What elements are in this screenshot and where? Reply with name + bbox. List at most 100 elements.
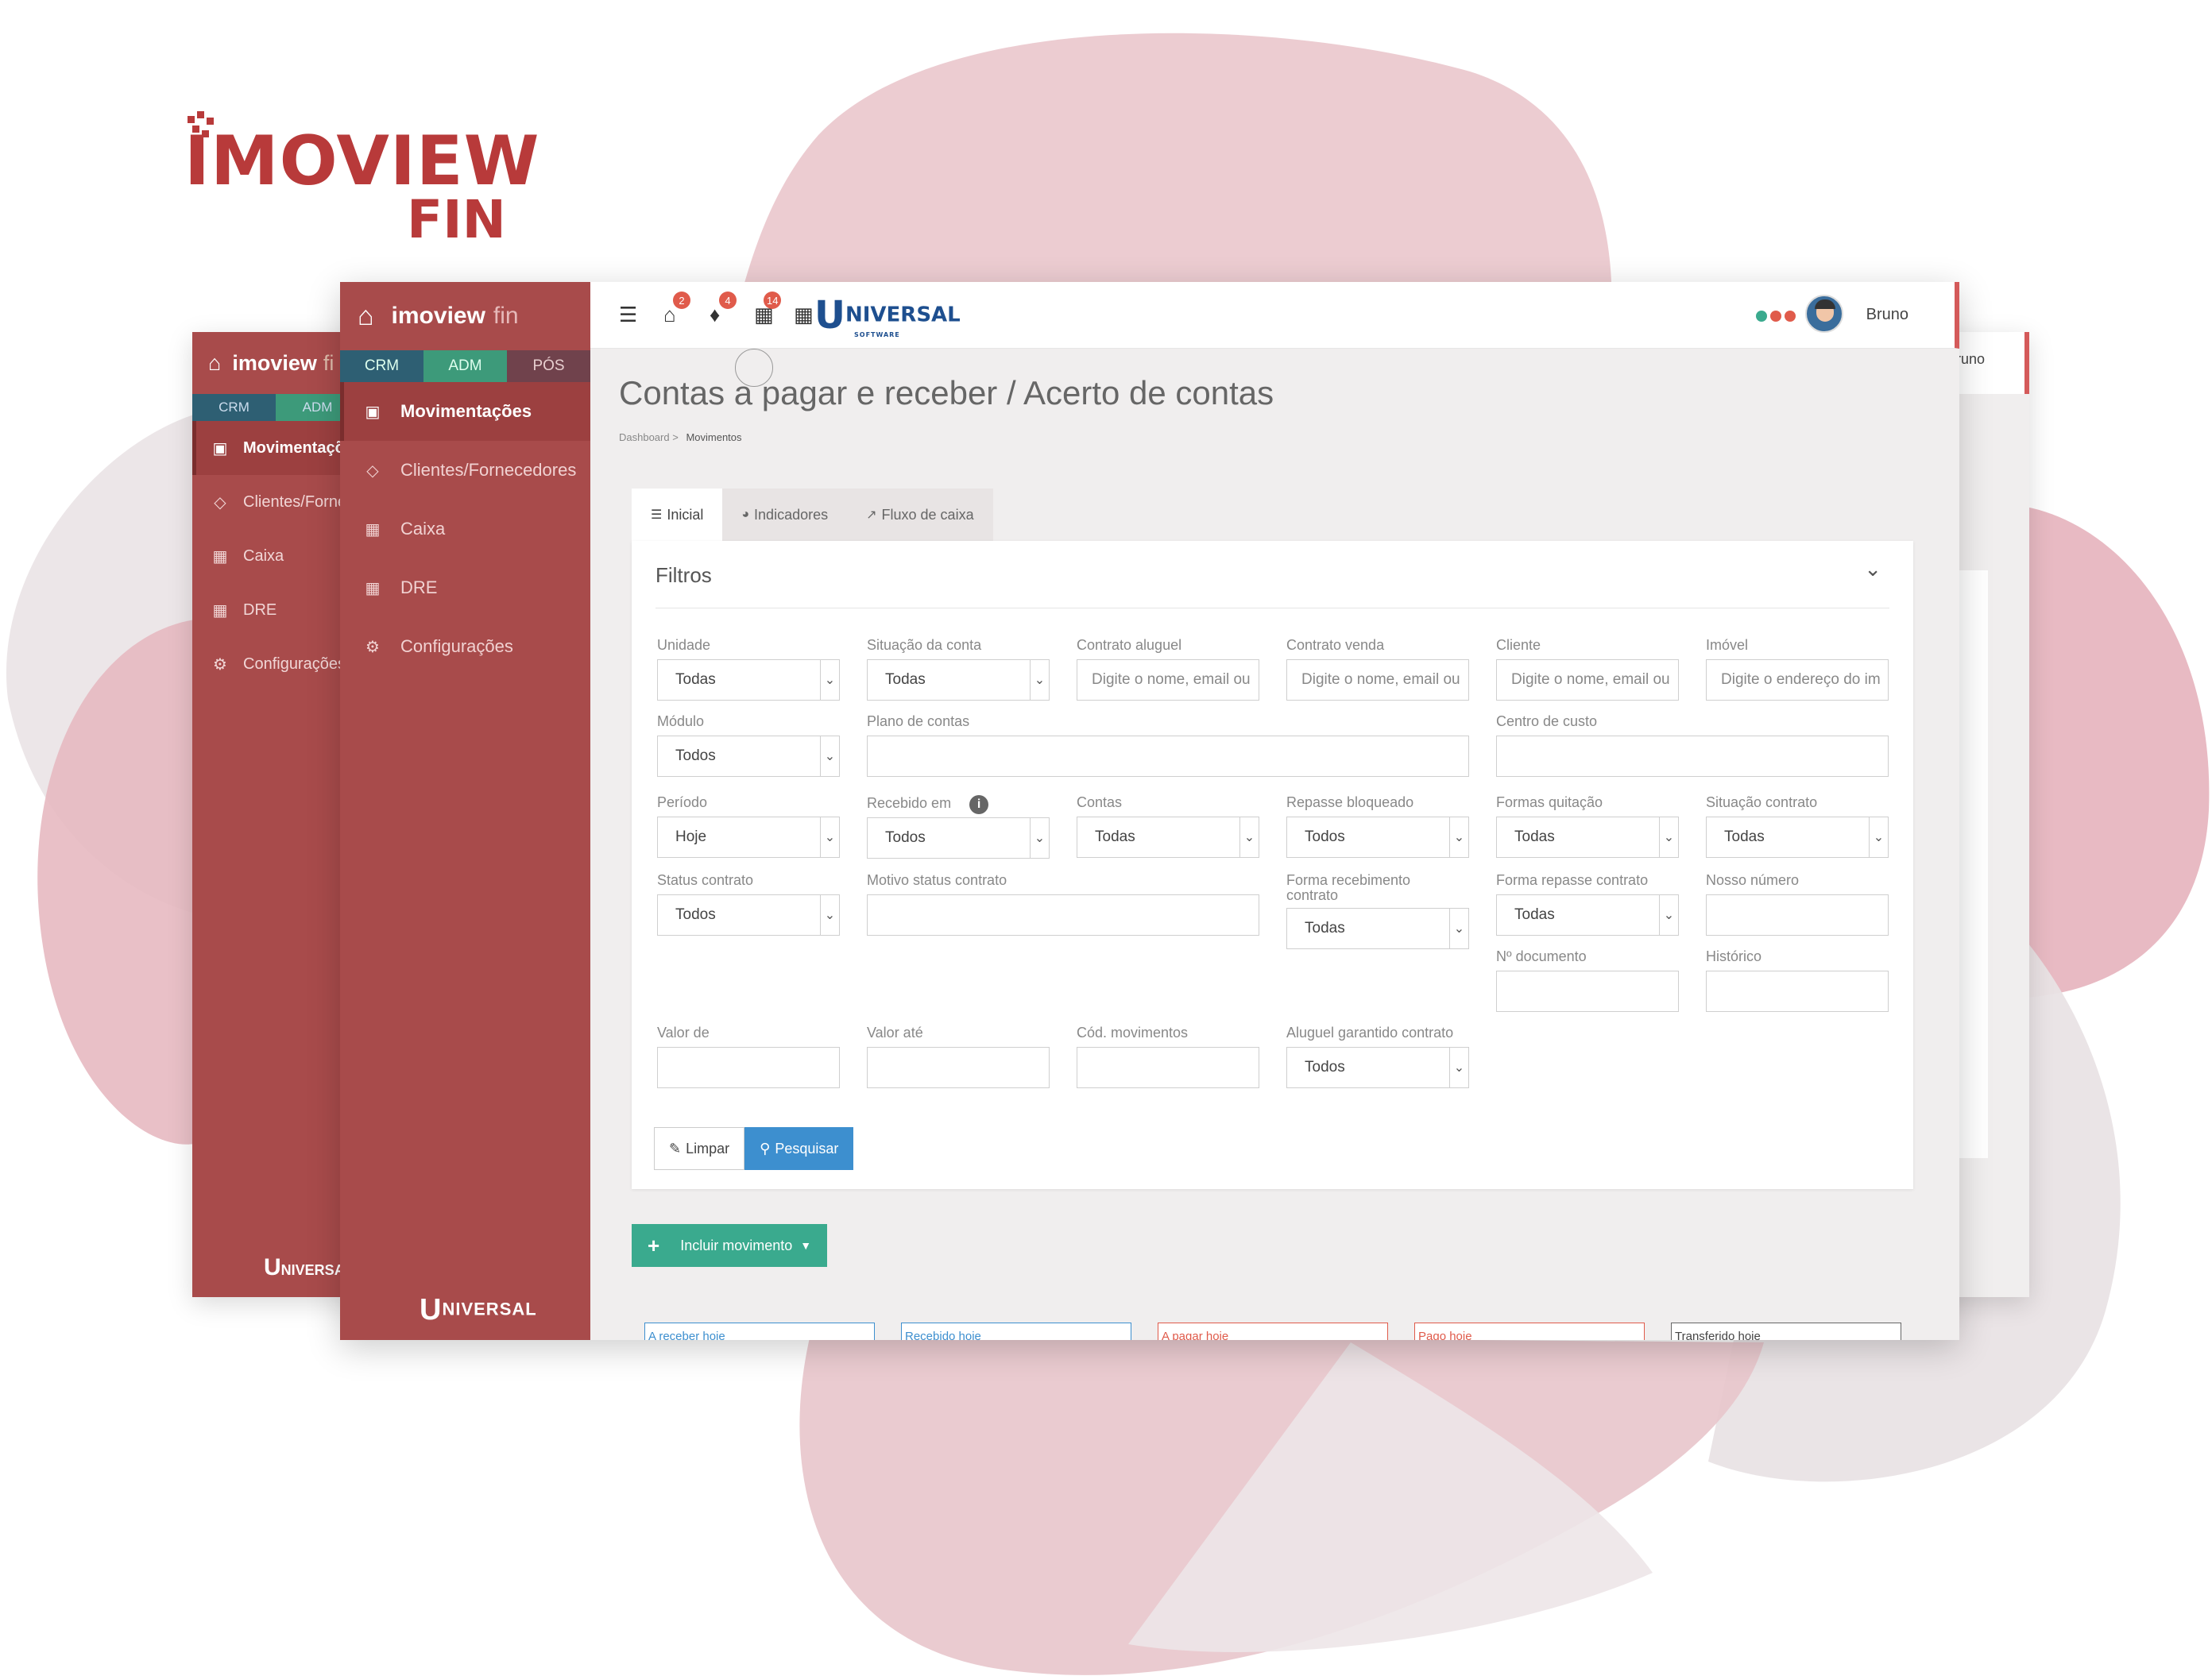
back-menu-caixa[interactable]: ▦ Caixa	[192, 529, 359, 583]
sidebar-item-configuracoes[interactable]: ⚙ Configurações	[340, 617, 590, 676]
formas-quitacao-select[interactable]: Todas ⌄	[1496, 816, 1679, 858]
field-imovel: Imóvel Digite o endereço do im	[1706, 638, 1889, 701]
forma-recebimento-select[interactable]: Todas ⌄	[1286, 907, 1469, 949]
card-pago[interactable]: Pago hoje	[1414, 1323, 1645, 1340]
status-dots	[1756, 311, 1796, 322]
menu-toggle-icon[interactable]: ☰	[619, 303, 637, 327]
page-title: Contas a pagar e receber / Acerto de con…	[619, 374, 1274, 411]
repasse-bloqueado-select[interactable]: Todos ⌄	[1286, 816, 1469, 858]
field-aluguel-garantido: Aluguel garantido contrato Todos ⌄	[1286, 1025, 1469, 1088]
contrato-venda-input[interactable]: Digite o nome, email ou	[1286, 658, 1469, 701]
situacao-conta-select[interactable]: Todas ⌄	[867, 658, 1050, 701]
calendar-icon[interactable]: ▦ 14	[754, 292, 782, 327]
list-icon: ☰	[651, 508, 663, 522]
cod-movimentos-input[interactable]	[1077, 1046, 1259, 1088]
sidebar-item-caixa[interactable]: ▦ Caixa	[340, 500, 590, 558]
centro-custo-input[interactable]	[1496, 735, 1889, 777]
n-documento-input[interactable]	[1496, 970, 1679, 1012]
tab-fluxo-caixa[interactable]: ↗ Fluxo de caixa	[847, 489, 993, 541]
breadcrumb-current: Movimentos	[686, 431, 742, 443]
main-window: ⌂ imoview fin CRM ADM PÓS ▣ Movimentações…	[340, 282, 1959, 1340]
line-chart-icon: ↗	[866, 508, 877, 522]
modulo-select[interactable]: Todos ⌄	[657, 735, 840, 777]
valor-ate-input[interactable]	[867, 1046, 1050, 1088]
sidebar-header[interactable]: ⌂ imoview fin	[340, 282, 590, 350]
chevron-down-icon: ⌄	[1449, 908, 1468, 948]
sidebar-item-label: DRE	[400, 577, 438, 597]
chevron-down-icon: ⌄	[820, 817, 839, 857]
chevron-down-icon[interactable]: ⌄	[1864, 557, 1881, 581]
filters-header[interactable]: Filtros ⌄	[632, 541, 1913, 608]
clear-button[interactable]: ✎ Limpar	[654, 1127, 745, 1170]
card-a-receber[interactable]: A receber hoje	[644, 1323, 875, 1340]
back-menu-dre[interactable]: ▦ DRE	[192, 583, 359, 637]
table-icon: ▦	[212, 601, 228, 620]
info-icon[interactable]: i	[969, 795, 989, 814]
sidebar-item-dre[interactable]: ▦ DRE	[340, 558, 590, 617]
aluguel-garantido-select[interactable]: Todos ⌄	[1286, 1046, 1469, 1088]
chevron-down-icon: ⌄	[1869, 817, 1888, 857]
contas-select[interactable]: Todas ⌄	[1077, 816, 1259, 858]
chevron-down-icon: ⌄	[1449, 1047, 1468, 1087]
calculator-icon: ▦	[212, 547, 228, 566]
forma-repasse-select[interactable]: Todas ⌄	[1496, 894, 1679, 936]
status-contrato-select[interactable]: Todos ⌄	[657, 894, 840, 936]
search-button[interactable]: ⚲ Pesquisar	[744, 1127, 854, 1170]
chevron-down-icon: ⌄	[820, 894, 839, 935]
plano-contas-input[interactable]	[867, 735, 1469, 777]
field-valor-ate: Valor até	[867, 1025, 1050, 1088]
contrato-aluguel-input[interactable]: Digite o nome, email ou	[1077, 658, 1259, 701]
back-tab-crm[interactable]: CRM	[192, 394, 276, 421]
brand-name: IMOVIEW	[184, 122, 540, 201]
field-cliente: Cliente Digite o nome, email ou	[1496, 638, 1679, 701]
field-contrato-aluguel: Contrato aluguel Digite o nome, email ou	[1077, 638, 1259, 701]
card-transferido[interactable]: Transferido hoje	[1671, 1323, 1901, 1340]
imovel-input[interactable]: Digite o endereço do im	[1706, 658, 1889, 701]
universal-logo: UNIVERSAL SOFTWARE	[814, 293, 961, 338]
cliente-input[interactable]: Digite o nome, email ou	[1496, 658, 1679, 701]
valor-de-input[interactable]	[657, 1046, 840, 1088]
field-situacao-contrato: Situação contrato Todas ⌄	[1706, 795, 1889, 858]
motivo-status-input[interactable]	[867, 894, 1259, 936]
tab-adm[interactable]: ADM	[423, 350, 507, 382]
money-icon: ▣	[212, 439, 228, 458]
situacao-contrato-select[interactable]: Todas ⌄	[1706, 816, 1889, 858]
recebido-em-select[interactable]: Todos ⌄	[867, 817, 1050, 859]
tab-indicadores[interactable]: ◕ Indicadores	[722, 489, 848, 541]
brand-sub: FIN	[407, 189, 506, 250]
field-situacao-conta: Situação da conta Todas ⌄	[867, 638, 1050, 701]
unidade-select[interactable]: Todas ⌄	[657, 658, 840, 701]
chevron-down-icon: ⌄	[1030, 659, 1049, 700]
avatar[interactable]	[1805, 295, 1843, 333]
field-n-documento: Nº documento	[1496, 949, 1679, 1012]
back-menu-clientes[interactable]: ◇ Clientes/Forne	[192, 475, 359, 529]
tab-inicial[interactable]: ☰ Inicial	[632, 489, 723, 541]
breadcrumb-dashboard[interactable]: Dashboard	[619, 431, 670, 443]
calendar-badge: 14	[764, 292, 782, 309]
tab-pos[interactable]: PÓS	[507, 350, 590, 382]
user-name[interactable]: Bruno	[1866, 306, 1908, 324]
chevron-down-icon: ⌄	[820, 736, 839, 776]
bell-icon[interactable]: ♦ 4	[710, 292, 737, 327]
sidebar-item-movimentacoes[interactable]: ▣ Movimentações	[340, 382, 590, 441]
apps-grid-icon[interactable]: ▦	[794, 303, 814, 327]
nosso-numero-input[interactable]	[1706, 894, 1889, 936]
card-a-pagar[interactable]: A pagar hoje	[1158, 1323, 1388, 1340]
field-forma-repasse: Forma repasse contrato Todas ⌄	[1496, 873, 1679, 936]
home-icon: ⌂	[358, 300, 374, 331]
tab-crm[interactable]: CRM	[340, 350, 423, 382]
field-contas: Contas Todas ⌄	[1077, 795, 1259, 858]
home-notification-icon[interactable]: ⌂ 2	[663, 292, 690, 327]
filters-title: Filtros	[655, 563, 712, 587]
add-movement-button[interactable]: + Incluir movimento ▼	[632, 1224, 828, 1267]
field-status-contrato: Status contrato Todos ⌄	[657, 873, 840, 936]
field-valor-de: Valor de	[657, 1025, 840, 1088]
sidebar-item-clientes[interactable]: ◇ Clientes/Fornecedores	[340, 441, 590, 500]
back-menu-configuracoes[interactable]: ⚙ Configurações	[192, 637, 359, 691]
card-recebido[interactable]: Recebido hoje	[901, 1323, 1131, 1340]
field-centro-custo: Centro de custo	[1496, 714, 1889, 777]
back-menu-movimentacoes[interactable]: ▣ Movimentaçõ	[192, 421, 359, 475]
gears-icon: ⚙	[213, 655, 227, 674]
periodo-select[interactable]: Hoje ⌄	[657, 816, 840, 858]
historico-input[interactable]	[1706, 970, 1889, 1012]
